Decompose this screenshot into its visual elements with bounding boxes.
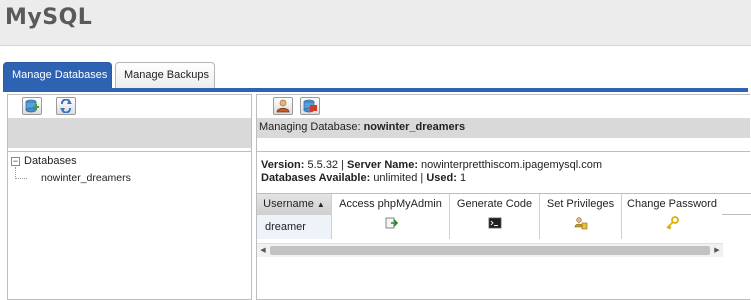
left-toolbar-strip	[8, 118, 251, 148]
column-header-generate-code[interactable]: Generate Code	[450, 194, 540, 215]
table-header-row: Username ▲ Access phpMyAdmin Generate Cod…	[257, 193, 751, 215]
column-header-change-password[interactable]: Change Password	[622, 194, 722, 215]
app-header: MySQL	[0, 0, 751, 46]
tree-connector	[15, 178, 27, 179]
version-value: 5.5.32	[307, 159, 339, 171]
column-header-access-phpmyadmin[interactable]: Access phpMyAdmin	[332, 194, 450, 215]
phpmyadmin-icon[interactable]	[384, 215, 398, 239]
tab-bar-underline	[3, 88, 748, 92]
tab-manage-backups[interactable]: Manage Backups	[115, 62, 215, 88]
refresh-icon	[60, 99, 72, 113]
refresh-button[interactable]	[56, 97, 76, 115]
managing-database-strip: Managing Database: nowinter_dreamers	[257, 118, 750, 138]
right-divider	[257, 151, 750, 152]
tree-root-databases[interactable]: Databases	[24, 155, 77, 167]
add-database-icon	[25, 99, 39, 113]
column-header-set-privileges[interactable]: Set Privileges	[540, 194, 622, 215]
server-name-value: nowinterpretthiscom.ipagemysql.com	[421, 159, 603, 171]
left-divider	[8, 151, 251, 152]
database-detail-panel: Managing Database: nowinter_dreamers Ver…	[256, 94, 751, 300]
horizontal-scrollbar[interactable]: ◀ ▶	[257, 243, 723, 257]
scroll-left-icon[interactable]: ◀	[257, 244, 269, 257]
scroll-right-icon[interactable]: ▶	[711, 244, 723, 257]
sort-ascending-icon: ▲	[316, 200, 325, 209]
access-phpmyadmin-cell	[332, 215, 450, 239]
tree-item-database[interactable]: nowinter_dreamers	[41, 172, 131, 184]
databases-used-value: 1	[459, 172, 467, 184]
managing-database-label: Managing Database: nowinter_dreamers	[259, 121, 466, 133]
app-title: MySQL	[5, 5, 93, 30]
managing-database-name: nowinter_dreamers	[363, 121, 466, 133]
tree-collapse-toggle[interactable]: −	[11, 157, 20, 166]
database-tree-panel: − Databases nowinter_dreamers	[7, 94, 252, 300]
column-header-username[interactable]: Username ▲	[257, 194, 332, 215]
key-icon[interactable]	[665, 215, 679, 239]
set-privileges-cell	[540, 215, 622, 239]
database-user-button[interactable]	[300, 97, 320, 115]
add-user-icon	[276, 99, 290, 113]
tab-manage-databases[interactable]: Manage Databases	[3, 62, 112, 88]
terminal-icon[interactable]	[488, 215, 502, 239]
server-info: Version: 5.5.32 | Server Name: nowinterp…	[261, 159, 603, 184]
scrollbar-thumb[interactable]	[270, 246, 710, 255]
privileges-icon[interactable]	[574, 215, 588, 239]
username-cell[interactable]: dreamer	[257, 215, 332, 239]
add-database-button[interactable]	[22, 97, 42, 115]
users-table: Username ▲ Access phpMyAdmin Generate Cod…	[257, 193, 751, 245]
database-user-icon	[303, 99, 317, 113]
table-row: dreamer	[257, 215, 751, 239]
generate-code-cell	[450, 215, 540, 239]
databases-available-value: unlimited	[373, 172, 418, 184]
add-user-button[interactable]	[273, 97, 293, 115]
change-password-cell	[622, 215, 722, 239]
